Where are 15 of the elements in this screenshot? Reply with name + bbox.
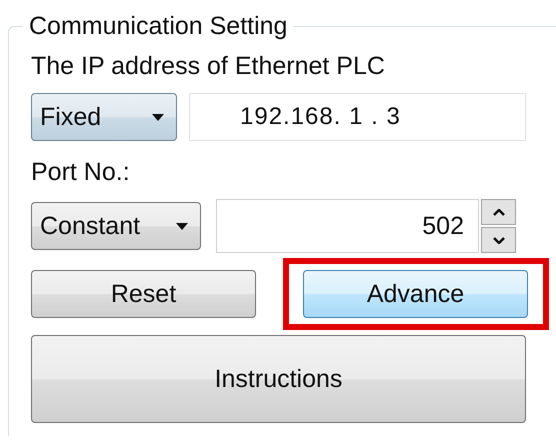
caret-icon xyxy=(176,222,188,230)
chevron-up-icon xyxy=(492,208,504,216)
spin-up-button[interactable] xyxy=(481,199,516,225)
ip-mode-dropdown[interactable]: Fixed xyxy=(31,93,177,141)
push-button[interactable]: Reset xyxy=(31,270,256,318)
port-number-field[interactable]: 502 xyxy=(216,199,479,253)
port-label: Port No.: xyxy=(31,157,131,187)
instructions-button[interactable]: Instructions xyxy=(31,335,526,423)
chevron-down-icon xyxy=(492,236,504,244)
caret-icon xyxy=(152,114,164,120)
port-mode-dropdown[interactable]: Constant xyxy=(31,202,201,250)
push-button[interactable]: Advance xyxy=(303,270,528,318)
ip-address-field[interactable]: 192.168. 1 . 3 xyxy=(189,93,526,141)
ip-address-label: The IP address of Ethernet PLC xyxy=(31,51,386,81)
spin-down-button[interactable] xyxy=(481,227,516,253)
